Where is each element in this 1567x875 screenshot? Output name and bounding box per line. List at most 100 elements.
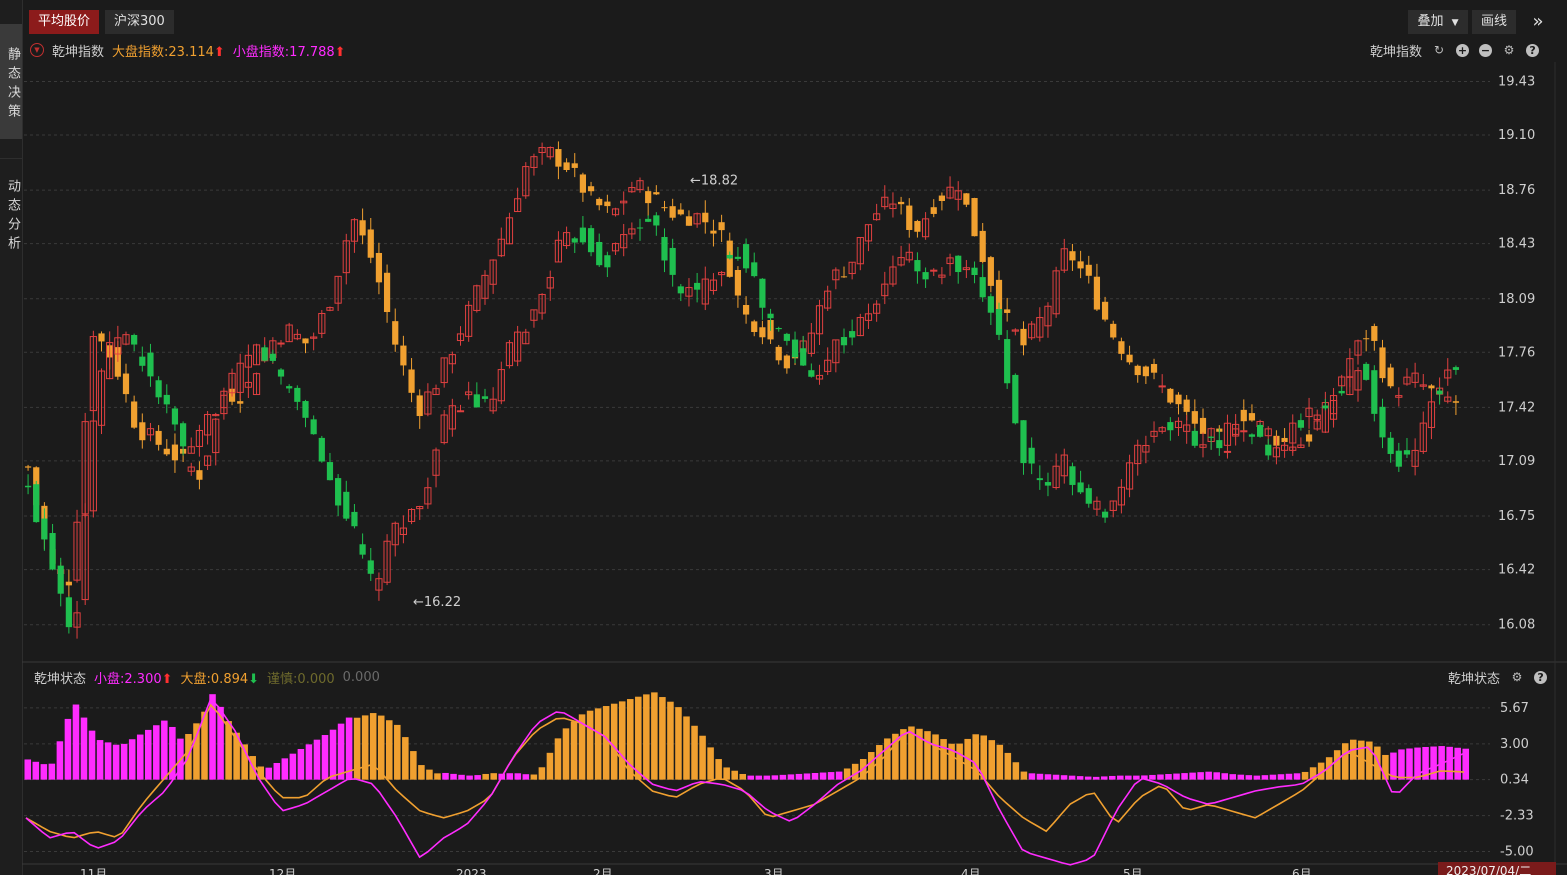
state-bar	[233, 732, 240, 780]
indicator-name: 乾坤指数	[52, 44, 105, 60]
candle-body	[456, 410, 465, 413]
candle-body	[106, 345, 113, 358]
candle-body	[669, 247, 676, 275]
candle-body	[1028, 447, 1035, 464]
state-bar	[1084, 776, 1092, 780]
state-bar	[136, 734, 144, 780]
candle-body	[195, 429, 204, 447]
refresh-icon[interactable]: ↻	[1432, 43, 1446, 57]
candle-body	[57, 565, 64, 594]
indicator-name-right: 乾坤指数	[1370, 44, 1423, 60]
state-bar	[1358, 740, 1365, 780]
candle-body	[653, 192, 660, 195]
sub-y-tick-label: 3.00	[1500, 737, 1529, 752]
candle-body	[538, 293, 546, 314]
tab-hs300[interactable]: 沪深300	[105, 10, 174, 34]
candle-body	[497, 369, 505, 402]
candle-body	[1093, 276, 1101, 310]
candle-body	[1069, 251, 1076, 261]
candle-body	[1387, 437, 1394, 454]
candle-body	[832, 339, 840, 364]
candle-body	[824, 359, 832, 372]
x-tick-label: 11月	[80, 867, 107, 875]
state-bar	[892, 733, 899, 780]
chart-canvas[interactable]: ←18.82 ←16.22 19.43 19.10 18.76 18.43 18.09 17…	[0, 0, 1567, 875]
candle-body	[244, 354, 252, 368]
candle-body	[24, 485, 32, 488]
candle-body	[1444, 369, 1452, 379]
candle-body	[114, 347, 121, 377]
candle-body	[620, 234, 628, 249]
candle-body	[571, 238, 578, 243]
candle-body	[555, 149, 562, 167]
state-bar	[884, 738, 891, 780]
candle-body	[1272, 447, 1281, 458]
gear-icon[interactable]: ⚙	[1502, 43, 1516, 57]
state-bar	[570, 721, 578, 780]
state-bar	[1374, 746, 1381, 780]
candle-body	[914, 260, 921, 272]
candle-body	[252, 344, 261, 366]
help-icon[interactable]: ?	[1534, 670, 1548, 684]
candle-body	[685, 216, 693, 226]
candle-body	[628, 187, 636, 193]
state-bar	[683, 716, 690, 780]
tab-dynamic-analysis[interactable]: 动态分析	[0, 158, 22, 268]
candle-body	[987, 257, 994, 286]
candle-body	[596, 241, 603, 266]
tab-average-price[interactable]: 平均股价	[29, 10, 100, 34]
sub-y-tick-label: -5.00	[1500, 845, 1534, 860]
state-bar	[96, 740, 104, 780]
state-bar	[916, 728, 923, 780]
candle-body	[596, 198, 603, 206]
candle-body	[979, 277, 986, 298]
candle-body	[131, 401, 138, 428]
candle-body	[375, 252, 383, 283]
state-bar	[1076, 776, 1084, 780]
candle-body	[1403, 376, 1411, 385]
candle-body	[1207, 428, 1215, 442]
collapse-circle-icon[interactable]: ▼	[30, 43, 44, 57]
candle-body	[489, 398, 497, 412]
help-icon[interactable]: ?	[1526, 43, 1540, 57]
candle-body	[530, 309, 538, 321]
candle-body	[1363, 363, 1370, 380]
state-bar	[651, 692, 658, 780]
zoom-in-icon[interactable]: +	[1456, 43, 1470, 57]
candle-body	[1436, 390, 1443, 395]
candle-body	[751, 262, 758, 277]
draw-line-button[interactable]: 画线	[1472, 10, 1516, 34]
state-bar	[1350, 739, 1357, 780]
candle-body	[742, 305, 750, 315]
candle-body	[799, 340, 807, 352]
candle-body	[212, 418, 220, 454]
candle-body	[1403, 450, 1411, 455]
zoom-out-icon[interactable]: −	[1479, 43, 1493, 57]
candle-body	[1289, 446, 1297, 451]
double-chevron-right-icon[interactable]: »	[1523, 9, 1553, 35]
down-arrow-icon: ⬇	[248, 671, 260, 687]
state-bar	[755, 775, 763, 780]
state-bar	[618, 701, 626, 780]
state-bar	[964, 738, 971, 780]
candle-body	[979, 230, 986, 262]
state-bar	[1454, 747, 1461, 780]
state-bar	[289, 753, 297, 780]
tab-static-decision[interactable]: 静态决策	[0, 24, 22, 139]
overlay-dropdown-button[interactable]: 叠加 ▼	[1408, 10, 1468, 34]
candle-body	[546, 147, 554, 158]
state-bar	[1149, 774, 1156, 780]
candle-body	[1223, 450, 1232, 453]
candle-body	[1329, 395, 1338, 420]
state-bar	[377, 715, 385, 780]
candle-body	[514, 198, 522, 213]
state-bar	[273, 762, 281, 780]
candle-body	[1223, 422, 1232, 446]
caution-threshold-label: 谨慎:0.000	[267, 671, 335, 687]
state-bar	[610, 703, 618, 780]
state-bar	[1406, 748, 1413, 780]
gear-icon[interactable]: ⚙	[1510, 670, 1524, 684]
candle-body	[277, 342, 285, 345]
state-bar	[209, 694, 216, 780]
state-bar	[900, 729, 907, 780]
